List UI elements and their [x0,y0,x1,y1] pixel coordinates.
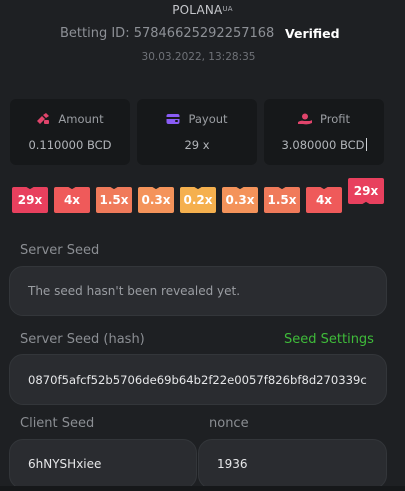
amount-label-row: Amount [10,112,130,126]
amount-value: 0.110000 BCD [28,138,112,152]
profit-card: Profit 3.080000 BCD [264,99,384,165]
verified-button[interactable]: Verified [285,26,340,41]
betting-id-value: 57846625292257168 [133,26,275,41]
multiplier-row: 29x 4x 1.5x 0.3x 0.2x 0.3x 1.5x 4x 29x [12,178,392,221]
multiplier-chip[interactable]: 1.5x [96,187,132,213]
multiplier-chip[interactable]: 4x [54,187,90,213]
server-seed-field[interactable]: The seed hasn't been revealed yet. [9,266,387,316]
player-name-suffix: UA [222,5,233,13]
seed-settings-link[interactable]: Seed Settings [284,332,374,347]
payout-value: 29 x [184,138,210,152]
nonce-label: nonce [209,416,249,431]
betting-id-label: Betting ID: [60,26,130,41]
profit-label-row: Profit [264,112,384,126]
payout-label: Payout [188,112,228,126]
multiplier-chip[interactable]: 0.3x [222,187,258,213]
player-name[interactable]: POLANAUA [0,3,405,17]
betting-id: Betting ID: 57846625292257168 [60,26,274,41]
wallet-icon [166,114,180,124]
bottom-edge [0,486,405,491]
bet-stats: Amount 0.110000 BCD Payout 29 x Profit 3… [10,99,390,165]
profit-label: Profit [320,112,350,126]
server-seed-label: Server Seed [20,243,100,258]
server-seed-hash-label: Server Seed (hash) [20,332,145,347]
nonce-field[interactable]: 1936 [198,439,387,489]
payout-label-row: Payout [137,112,257,126]
multiplier-chip[interactable]: 0.3x [138,187,174,213]
amount-label: Amount [58,112,104,126]
coins-icon [37,113,50,124]
multiplier-chip[interactable]: 4x [306,187,342,213]
multiplier-chip[interactable]: 1.5x [264,187,300,213]
multiplier-chip[interactable]: 29x [348,178,384,204]
hand-coins-icon [298,113,312,125]
player-name-text[interactable]: POLANA [172,3,222,17]
bet-timestamp: 30.03.2022, 13:28:35 [141,51,256,63]
text-cursor [365,138,367,151]
amount-card: Amount 0.110000 BCD [10,99,130,165]
profit-value-text: 3.080000 BCD [281,138,365,152]
client-seed-label: Client Seed [20,416,95,431]
multiplier-chip[interactable]: 29x [12,187,48,213]
client-seed-field[interactable]: 6hNYSHxiee [9,439,197,489]
multiplier-chip[interactable]: 0.2x [180,187,216,213]
server-seed-hash-field[interactable]: 0870f5afcf52b5706de69b64b2f22e0057f826bf… [9,354,387,405]
payout-card: Payout 29 x [137,99,257,165]
profit-value: 3.080000 BCD [264,138,384,152]
